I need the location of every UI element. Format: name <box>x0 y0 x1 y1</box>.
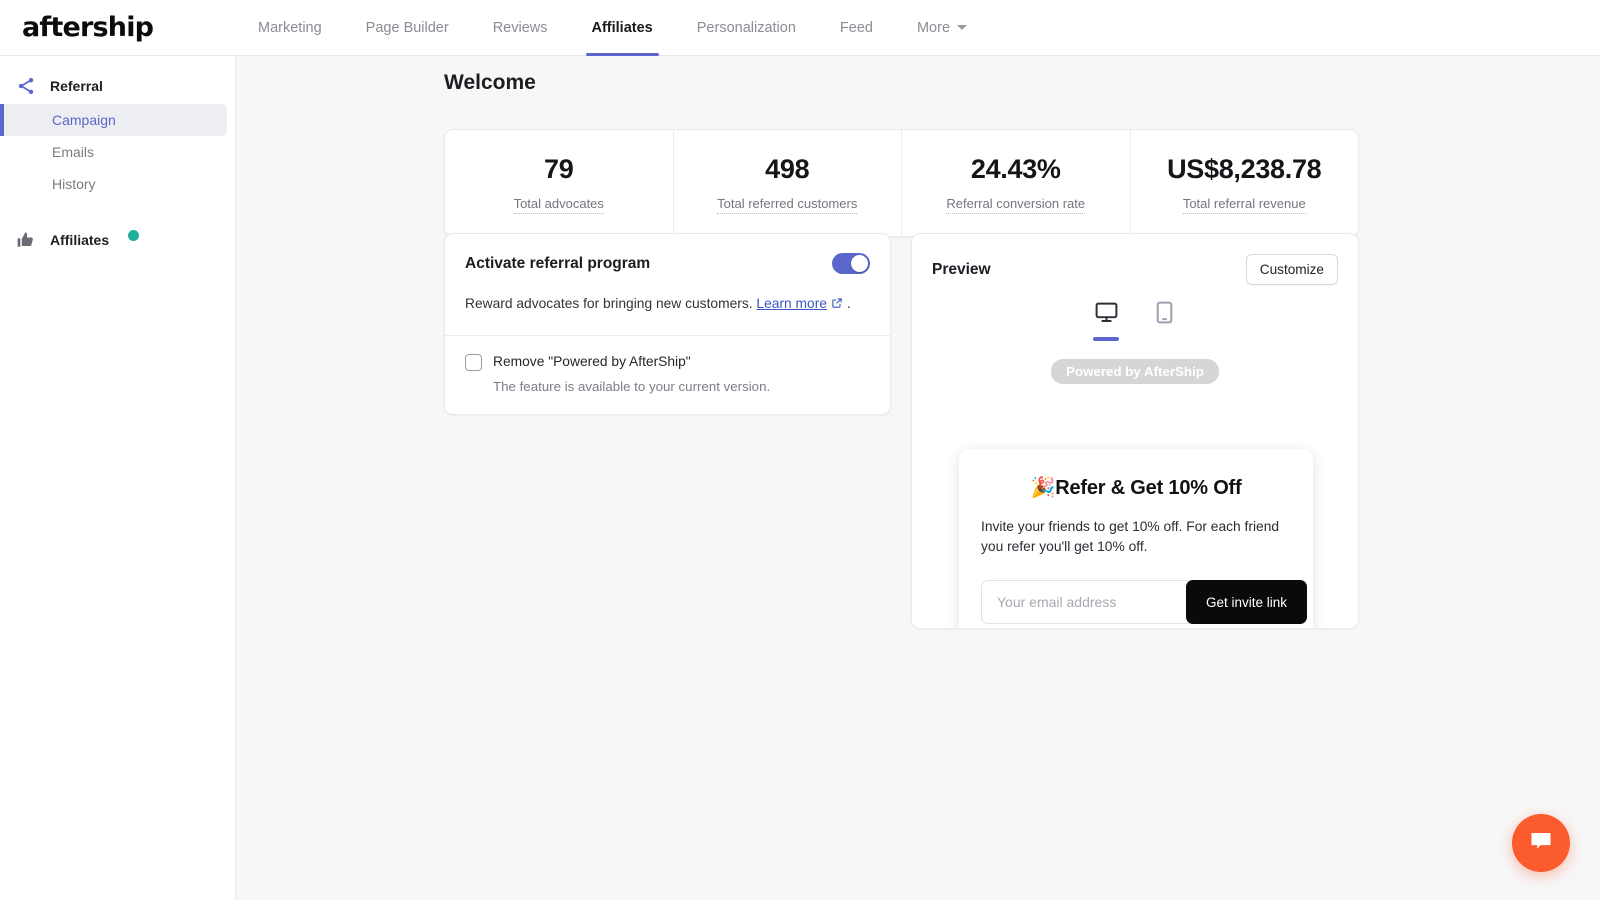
preview-card: Preview Customize <box>911 233 1359 629</box>
device-toggle-group <box>912 300 1358 341</box>
sidebar-item-history[interactable]: History <box>0 168 227 200</box>
learn-more-link[interactable]: Learn more <box>756 296 827 311</box>
promo-title-text: Refer & Get 10% Off <box>1055 477 1241 499</box>
nav-item-label: Feed <box>840 20 873 36</box>
nav-item-reviews[interactable]: Reviews <box>471 0 570 56</box>
activate-referral-toggle[interactable] <box>832 253 870 274</box>
chat-widget-button[interactable] <box>1512 814 1570 872</box>
nav-item-label: Personalization <box>697 20 796 36</box>
preview-card-title: Preview <box>932 261 991 279</box>
remove-branding-section: Remove "Powered by AfterShip" The featur… <box>445 336 890 414</box>
promo-email-input[interactable] <box>981 580 1194 624</box>
stat-value: US$8,238.78 <box>1141 154 1349 185</box>
get-invite-link-button[interactable]: Get invite link <box>1186 580 1307 624</box>
preview-card-header: Preview Customize <box>912 234 1358 285</box>
nav-item-label: Affiliates <box>592 20 653 36</box>
remove-branding-hint: The feature is available to your current… <box>493 379 870 394</box>
sidebar-item-label: Emails <box>52 144 94 160</box>
remove-branding-row[interactable]: Remove "Powered by AfterShip" <box>465 353 870 371</box>
activate-card-description: Reward advocates for bringing new custom… <box>465 294 870 315</box>
activate-card-body: Activate referral program Reward advocat… <box>445 234 890 335</box>
main-content: Welcome 79 Total advocates 498 Total ref… <box>236 56 1600 900</box>
sidebar: Referral Campaign Emails History Affilia… <box>0 56 236 900</box>
aftership-logo[interactable]: aftership <box>0 12 236 43</box>
mobile-icon <box>1152 300 1177 330</box>
customize-button[interactable]: Customize <box>1246 254 1338 285</box>
sidebar-group-label: Affiliates <box>50 232 109 248</box>
new-feature-dot-icon <box>128 230 139 241</box>
stat-total-referral-revenue: US$8,238.78 Total referral revenue <box>1131 130 1359 236</box>
nav-item-page-builder[interactable]: Page Builder <box>344 0 471 56</box>
sidebar-group-referral[interactable]: Referral <box>0 68 235 104</box>
referral-widget-preview: 🎉Refer & Get 10% Off Invite your friends… <box>959 449 1313 629</box>
sidebar-item-label: Campaign <box>52 112 116 128</box>
stats-summary-bar: 79 Total advocates 498 Total referred cu… <box>444 129 1359 237</box>
chat-bubble-icon <box>1528 828 1554 859</box>
stat-value: 24.43% <box>912 154 1120 185</box>
nav-item-label: Reviews <box>493 20 548 36</box>
sidebar-group-label: Referral <box>50 78 103 94</box>
sidebar-group-affiliates[interactable]: Affiliates <box>0 222 235 258</box>
sidebar-item-label: History <box>52 176 96 192</box>
stat-label[interactable]: Total referred customers <box>717 196 857 214</box>
promo-form: Get invite link <box>981 580 1291 624</box>
activate-card-header: Activate referral program <box>465 253 870 274</box>
device-active-indicator <box>1093 337 1119 341</box>
main-nav: Marketing Page Builder Reviews Affiliate… <box>236 0 989 56</box>
promo-body-text: Invite your friends to get 10% off. For … <box>981 517 1291 556</box>
activate-description-suffix: . <box>847 296 851 311</box>
stat-value: 79 <box>455 154 663 185</box>
nav-item-personalization[interactable]: Personalization <box>675 0 818 56</box>
stat-referral-conversion-rate: 24.43% Referral conversion rate <box>902 130 1131 236</box>
activate-description-text: Reward advocates for bringing new custom… <box>465 296 753 311</box>
sidebar-item-emails[interactable]: Emails <box>0 136 227 168</box>
device-toggle-desktop[interactable] <box>1085 300 1127 341</box>
remove-branding-checkbox[interactable] <box>465 354 482 371</box>
sidebar-item-campaign[interactable]: Campaign <box>0 104 227 136</box>
stat-value: 498 <box>684 154 892 185</box>
activate-referral-program-card: Activate referral program Reward advocat… <box>444 233 891 415</box>
page-title: Welcome <box>444 71 536 95</box>
nav-item-marketing[interactable]: Marketing <box>236 0 344 56</box>
activate-card-title: Activate referral program <box>465 255 650 273</box>
nav-item-feed[interactable]: Feed <box>818 0 895 56</box>
device-toggle-mobile[interactable] <box>1143 300 1185 341</box>
stat-label[interactable]: Total advocates <box>514 196 604 214</box>
external-link-icon[interactable] <box>831 295 843 315</box>
nav-item-label: Page Builder <box>366 20 449 36</box>
stat-label[interactable]: Referral conversion rate <box>946 196 1085 214</box>
share-icon <box>16 76 36 96</box>
nav-item-label: More <box>917 20 950 36</box>
thumbs-up-icon <box>16 230 36 250</box>
desktop-icon <box>1094 300 1119 330</box>
toggle-knob <box>851 255 868 272</box>
remove-branding-label: Remove "Powered by AfterShip" <box>493 353 691 371</box>
powered-by-badge: Powered by AfterShip <box>1051 359 1219 384</box>
nav-item-label: Marketing <box>258 20 322 36</box>
nav-item-affiliates[interactable]: Affiliates <box>570 0 675 56</box>
chevron-down-icon <box>957 25 967 30</box>
stat-total-referred-customers: 498 Total referred customers <box>674 130 903 236</box>
device-active-indicator <box>1151 337 1177 341</box>
party-popper-icon: 🎉 <box>1031 477 1056 499</box>
nav-item-more[interactable]: More <box>895 0 989 56</box>
stat-total-advocates: 79 Total advocates <box>445 130 674 236</box>
stat-label[interactable]: Total referral revenue <box>1183 196 1306 214</box>
top-navigation-bar: aftership Marketing Page Builder Reviews… <box>0 0 1600 56</box>
promo-title: 🎉Refer & Get 10% Off <box>981 475 1291 500</box>
